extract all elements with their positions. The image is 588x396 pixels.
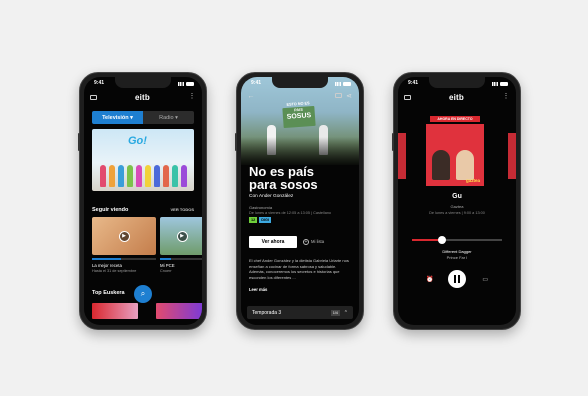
season-selector[interactable]: Temporada 3 1/4 ⌃: [247, 306, 353, 319]
item-title: La mejor receta: [92, 263, 122, 268]
phone-show-detail: ESTO NO ES PAIS SOSUS 9:41 ← ⋖ No es país…: [235, 72, 364, 330]
alarm-icon[interactable]: ⏰: [426, 276, 433, 283]
cast-icon[interactable]: [335, 93, 342, 98]
signal-icon: [335, 82, 341, 86]
status-bar: 9:41: [408, 80, 508, 88]
chevron-up-icon: ⌃: [343, 309, 348, 316]
status-bar: 9:41: [94, 80, 194, 88]
playback-slider[interactable]: [412, 236, 502, 244]
station-name: Gaztea: [450, 204, 464, 209]
screen: 9:41 eitb ⋮ Televisión ▾ Radio ▾ Go! Seg: [84, 77, 202, 325]
top-item-1[interactable]: [92, 303, 138, 319]
age-rating-badge: 12: [249, 217, 258, 223]
item-title: Mi PCE: [160, 263, 175, 268]
read-more-link[interactable]: Leer más: [249, 287, 267, 292]
show-host: Con Ander González: [249, 194, 294, 199]
app-bar: eitb ⋮: [404, 91, 510, 103]
battery-icon: [343, 82, 351, 86]
continue-item-2[interactable]: ▶: [160, 217, 202, 255]
show-logo: Go!: [128, 135, 147, 147]
item-subtitle: Hasta el 31 de septiembre: [92, 269, 137, 273]
app-bar: ← ⋖: [247, 91, 353, 103]
tab-bar: Televisión ▾ Radio ▾: [92, 111, 194, 124]
song-artist: Prince Far I: [446, 255, 468, 260]
status-time: 9:41: [251, 80, 262, 86]
phone-radio-player: 9:41 eitb ⋮ AHORA EN DIRECTO gaztea Gu G…: [392, 72, 521, 330]
show-schedule: De lunes a viernes de 12:05 a 13:05 | Ca…: [249, 211, 332, 215]
pause-button[interactable]: [448, 270, 466, 288]
app-bar: eitb ⋮: [90, 91, 196, 103]
live-badge: AHORA EN DIRECTO: [430, 116, 480, 122]
progress-bar: [92, 258, 156, 260]
section-title: Top Euskera: [92, 290, 125, 296]
cast-icon[interactable]: [404, 94, 411, 100]
more-icon[interactable]: ⋮: [502, 93, 510, 101]
show-title: No es país para sosos: [249, 164, 318, 192]
battery-icon: [500, 82, 508, 86]
status-time: 9:41: [94, 80, 105, 86]
continue-item-1[interactable]: ▶: [92, 217, 156, 255]
back-arrow-icon[interactable]: ←: [247, 93, 255, 101]
tab-radio[interactable]: Radio ▾: [143, 111, 194, 124]
station-cover[interactable]: gaztea: [426, 124, 484, 186]
tab-television[interactable]: Televisión ▾: [92, 111, 143, 124]
battery-icon: [186, 82, 194, 86]
my-list-button[interactable]: + Mi lista: [303, 236, 324, 248]
progress-bar: [160, 258, 202, 260]
slider-handle[interactable]: [437, 236, 446, 244]
chevron-down-icon: ▾: [175, 114, 178, 121]
cast-icon[interactable]: [90, 94, 97, 100]
song-title: Different Dagger: [442, 249, 472, 254]
screen: ESTO NO ES PAIS SOSUS 9:41 ← ⋖ No es país…: [241, 77, 359, 325]
prev-station-card[interactable]: [398, 133, 406, 179]
play-icon[interactable]: ▶: [118, 230, 130, 242]
season-chip: 1/4: [330, 309, 340, 316]
eitb-logo[interactable]: eitb: [449, 93, 464, 102]
featured-banner[interactable]: Go!: [92, 129, 194, 191]
see-all-link[interactable]: VER TODOS: [171, 207, 195, 213]
item-subtitle: Cnoerr: [160, 269, 172, 273]
signal-icon: [492, 82, 498, 86]
signal-icon: [178, 82, 184, 86]
plus-icon: +: [303, 239, 309, 245]
cast-icon[interactable]: ▭: [482, 276, 488, 283]
play-icon[interactable]: ▶: [176, 230, 188, 242]
station-schedule: De lunes a viernes | 9:00 a 13:00: [429, 211, 485, 215]
station-title: Gu: [452, 193, 462, 200]
more-icon[interactable]: ⋮: [188, 93, 196, 101]
gaztea-logo: gaztea: [465, 178, 480, 183]
screen: 9:41 eitb ⋮ AHORA EN DIRECTO gaztea Gu G…: [398, 77, 516, 325]
search-button[interactable]: ⌕: [134, 285, 152, 303]
search-icon: ⌕: [140, 289, 146, 298]
show-sign: ESTO NO ES PAIS SOSUS: [282, 101, 316, 129]
section-title: Seguir viendo: [92, 207, 129, 213]
watch-now-button[interactable]: Ver ahora: [249, 236, 297, 248]
status-bar: 9:41: [251, 80, 351, 88]
share-icon[interactable]: ⋖: [345, 93, 353, 101]
format-badge: DIGI: [259, 217, 272, 223]
eitb-logo[interactable]: eitb: [135, 93, 150, 102]
continue-watching-header: Seguir viendo VER TODOS: [92, 207, 194, 213]
top-item-2[interactable]: [156, 303, 202, 319]
next-station-card[interactable]: [508, 133, 516, 179]
show-description: El chef Ander González y la dietista Gab…: [249, 258, 349, 280]
show-genre: Gastronomía: [249, 205, 273, 210]
chevron-down-icon: ▾: [130, 114, 133, 121]
rating-badges: 12 DIGI: [249, 217, 272, 223]
status-time: 9:41: [408, 80, 419, 86]
phone-tv-home: 9:41 eitb ⋮ Televisión ▾ Radio ▾ Go! Seg: [78, 72, 207, 330]
